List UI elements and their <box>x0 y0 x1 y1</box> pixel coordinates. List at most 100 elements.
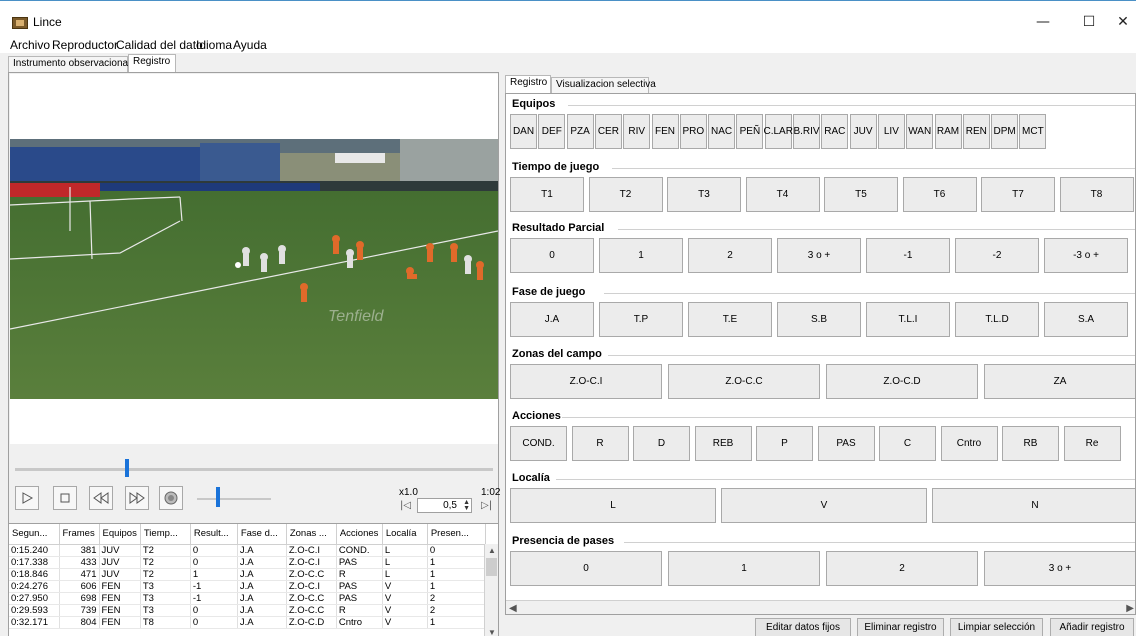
category-button-tiempo-de-juego[interactable]: T4 <box>745 177 820 212</box>
tab-registro-right[interactable]: Registro <box>505 75 551 93</box>
tab-registro[interactable]: Registro <box>128 54 176 72</box>
col-header[interactable]: Result... <box>190 524 238 545</box>
col-header[interactable]: Equipos <box>99 524 141 545</box>
category-button-localia[interactable]: V <box>721 488 927 523</box>
category-button-equipos[interactable]: RIV <box>623 114 651 149</box>
category-button-tiempo-de-juego[interactable]: T3 <box>667 177 741 212</box>
timeline-handle[interactable] <box>125 459 129 477</box>
step-forward-icon[interactable]: ▷| <box>481 500 492 511</box>
category-button-equipos[interactable]: RAM <box>934 114 962 149</box>
volume-handle[interactable] <box>216 487 220 507</box>
category-button-fase-de-juego[interactable]: T.E <box>688 302 772 337</box>
category-button-acciones[interactable]: R <box>571 426 629 461</box>
volume-button[interactable] <box>159 486 183 510</box>
category-button-localia[interactable]: N <box>932 488 1135 523</box>
col-header[interactable]: Localía <box>382 524 428 545</box>
category-button-presencia-de-pases[interactable]: 0 <box>510 551 662 586</box>
category-button-resultado-parcial[interactable]: -1 <box>866 238 950 273</box>
scroll-down-icon[interactable]: ▼ <box>488 628 496 636</box>
category-button-acciones[interactable]: D <box>633 426 690 461</box>
category-button-equipos[interactable]: DPM <box>991 114 1019 149</box>
category-button-fase-de-juego[interactable]: T.L.D <box>955 302 1039 337</box>
col-header[interactable]: Fase d... <box>237 524 287 545</box>
category-button-tiempo-de-juego[interactable]: T7 <box>981 177 1055 212</box>
category-button-tiempo-de-juego[interactable]: T2 <box>588 177 663 212</box>
volume-slider[interactable] <box>197 498 271 500</box>
category-button-equipos[interactable]: DEF <box>538 114 566 149</box>
speed-spinner[interactable]: 0,5 ▲ ▼ <box>417 498 472 513</box>
rewind-button[interactable] <box>89 486 113 510</box>
category-button-fase-de-juego[interactable]: T.P <box>599 302 683 337</box>
table-row[interactable]: 0:29.593 739 FEN T3 0 J.A Z.O-C.C R V 2 <box>9 604 486 617</box>
stop-button[interactable] <box>53 486 77 510</box>
table-row[interactable]: 0:18.846 471 JUV T2 1 J.A Z.O-C.C R L 1 <box>9 568 486 581</box>
category-button-tiempo-de-juego[interactable]: T5 <box>824 177 898 212</box>
category-button-zonas-del-campo[interactable]: Z.O-C.C <box>668 364 820 399</box>
scroll-right-icon[interactable]: ▶ <box>1126 603 1134 614</box>
add-record-button[interactable]: Añadir registro <box>1050 618 1134 636</box>
step-back-icon[interactable]: |◁ <box>400 500 411 511</box>
category-button-equipos[interactable]: NAC <box>708 114 736 149</box>
menu-idioma[interactable]: Idioma <box>196 38 232 52</box>
table-row[interactable]: 0:27.950 698 FEN T3 -1 J.A Z.O-C.C PAS V 2 <box>9 592 486 605</box>
col-header[interactable]: Segun... <box>9 524 60 545</box>
category-button-zonas-del-campo[interactable]: Z.O-C.I <box>510 364 662 399</box>
col-header[interactable]: Frames <box>59 524 100 545</box>
category-button-acciones[interactable]: REB <box>694 426 752 461</box>
category-button-equipos[interactable]: PRO <box>679 114 707 149</box>
category-button-equipos[interactable]: MCT <box>1019 114 1047 149</box>
category-button-equipos[interactable]: LIV <box>877 114 905 149</box>
category-button-resultado-parcial[interactable]: 0 <box>510 238 594 273</box>
category-button-equipos[interactable]: PEÑ <box>736 114 764 149</box>
category-button-acciones[interactable]: C <box>879 426 936 461</box>
table-row[interactable]: 0:32.171 804 FEN T8 0 J.A Z.O-C.D Cntro V 1 <box>9 616 486 629</box>
category-button-fase-de-juego[interactable]: J.A <box>510 302 594 337</box>
category-button-acciones[interactable]: COND. <box>510 426 567 461</box>
category-button-tiempo-de-juego[interactable]: T8 <box>1059 177 1134 212</box>
horizontal-scrollbar[interactable]: ◀ ▶ <box>506 600 1135 614</box>
category-button-acciones[interactable]: Re <box>1063 426 1121 461</box>
table-vertical-scrollbar[interactable]: ▲ ▼ <box>484 544 498 636</box>
menu-reproductor[interactable]: Reproductor <box>52 38 118 52</box>
category-button-presencia-de-pases[interactable]: 1 <box>668 551 820 586</box>
category-button-equipos[interactable]: FEN <box>651 114 679 149</box>
maximize-button[interactable]: ☐ <box>1066 9 1112 35</box>
table-row[interactable]: 0:24.276 606 FEN T3 -1 J.A Z.O-C.I PAS V 1 <box>9 580 486 593</box>
close-button[interactable]: ✕ <box>1110 9 1136 35</box>
category-button-acciones[interactable]: Cntro <box>940 426 998 461</box>
category-button-equipos[interactable]: RAC <box>821 114 849 149</box>
category-button-presencia-de-pases[interactable]: 2 <box>826 551 978 586</box>
category-button-resultado-parcial[interactable]: -2 <box>955 238 1039 273</box>
delete-record-button[interactable]: Eliminar registro <box>857 618 944 636</box>
scroll-up-icon[interactable]: ▲ <box>488 546 496 555</box>
category-button-acciones[interactable]: P <box>756 426 813 461</box>
timeline-slider[interactable] <box>15 468 493 471</box>
category-button-equipos[interactable]: WAN <box>906 114 934 149</box>
category-button-equipos[interactable]: CER <box>594 114 622 149</box>
category-button-presencia-de-pases[interactable]: 3 o + <box>984 551 1135 586</box>
category-button-resultado-parcial[interactable]: 1 <box>599 238 683 273</box>
category-button-acciones[interactable]: RB <box>1002 426 1059 461</box>
category-button-equipos[interactable]: C.LAR <box>763 114 793 149</box>
spinner-arrows-icon[interactable]: ▲ ▼ <box>463 499 470 512</box>
clear-selection-button[interactable]: Limpiar selección <box>950 618 1043 636</box>
col-header[interactable]: Acciones <box>336 524 383 545</box>
tab-visualizacion-selectiva[interactable]: Visualizacion selectiva <box>551 77 656 93</box>
category-button-resultado-parcial[interactable]: 2 <box>688 238 772 273</box>
category-button-equipos[interactable]: REN <box>962 114 990 149</box>
fast-forward-button[interactable] <box>125 486 149 510</box>
category-button-tiempo-de-juego[interactable]: T1 <box>510 177 584 212</box>
category-button-resultado-parcial[interactable]: 3 o + <box>777 238 861 273</box>
category-button-fase-de-juego[interactable]: S.B <box>777 302 861 337</box>
category-button-fase-de-juego[interactable]: S.A <box>1044 302 1128 337</box>
category-button-resultado-parcial[interactable]: -3 o + <box>1044 238 1128 273</box>
table-row[interactable]: 0:15.240 381 JUV T2 0 J.A Z.O-C.I COND. L 0 <box>9 544 486 557</box>
category-button-equipos[interactable]: DAN <box>510 114 537 149</box>
category-button-equipos[interactable]: B.RIV <box>793 114 820 149</box>
col-header[interactable]: Tiemp... <box>140 524 191 545</box>
col-header[interactable]: Presen... <box>427 524 486 545</box>
category-button-zonas-del-campo[interactable]: Z.O-C.D <box>826 364 978 399</box>
edit-fixed-data-button[interactable]: Editar datos fijos <box>755 618 851 636</box>
category-button-equipos[interactable]: PZA <box>566 114 594 149</box>
category-button-fase-de-juego[interactable]: T.L.I <box>866 302 950 337</box>
